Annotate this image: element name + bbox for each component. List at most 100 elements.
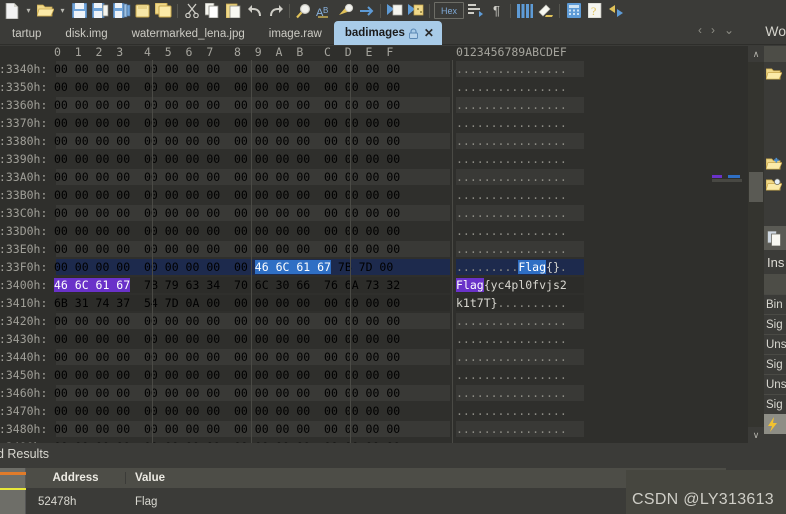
copy-button[interactable] — [764, 226, 786, 250]
hex-row[interactable]: 8:3430h: 00 00 00 00 00 00 00 00 00 00 00… — [0, 330, 748, 348]
hex-row[interactable]: 8:33F0h: 00 00 00 00 00 00 00 00 00 46 6C… — [0, 258, 748, 276]
hex-row[interactable]: 8:3400h: 46 6C 61 67 7B 79 63 34 70 6C 30… — [0, 276, 748, 294]
goto-icon[interactable] — [335, 0, 356, 21]
tab-badimages[interactable]: badimages ✕ — [333, 21, 442, 45]
hex-row[interactable]: 8:33D0h: 00 00 00 00 00 00 00 00 00 00 00… — [0, 222, 748, 240]
hex-row[interactable]: 8:3450h: 00 00 00 00 00 00 00 00 00 00 00… — [0, 366, 748, 384]
open-disk-image-icon[interactable] — [405, 0, 426, 21]
hex-bytes[interactable]: 00 00 00 00 00 00 00 00 00 00 00 00 00 0… — [54, 420, 400, 438]
hex-row[interactable]: 8:33B0h: 00 00 00 00 00 00 00 00 00 00 00… — [0, 186, 748, 204]
ascii-text[interactable]: ................ — [456, 402, 567, 420]
lightning-icon[interactable] — [764, 414, 786, 434]
tab-prev-button[interactable]: ‹ — [698, 23, 702, 37]
ascii-text[interactable]: ................ — [456, 132, 567, 150]
find-results-row[interactable]: 52478h Flag — [26, 490, 726, 514]
hex-bytes[interactable]: 00 00 00 00 00 00 00 00 00 00 00 00 00 0… — [54, 312, 400, 330]
hex-row[interactable]: 8:3360h: 00 00 00 00 00 00 00 00 00 00 00… — [0, 96, 748, 114]
redo-icon[interactable] — [265, 0, 286, 21]
new-folder-button[interactable] — [764, 154, 786, 174]
goto-arrow-icon[interactable] — [356, 0, 377, 21]
tab-list-button[interactable]: ⌄ — [724, 23, 734, 37]
bytes-per-row-icon[interactable] — [465, 0, 486, 21]
inspector-row-sig-2[interactable]: Sig — [764, 354, 786, 374]
scroll-down-button[interactable]: ∨ — [748, 427, 764, 443]
show-marks-icon[interactable]: ¶ — [486, 0, 507, 21]
open-disk-icon[interactable] — [384, 0, 405, 21]
inspector-row-uns-2[interactable]: Uns — [764, 374, 786, 394]
undo-icon[interactable] — [244, 0, 265, 21]
ascii-text[interactable]: ................ — [456, 186, 567, 204]
hex-bytes[interactable]: 00 00 00 00 00 00 00 00 00 00 00 00 00 0… — [54, 222, 400, 240]
ascii-text[interactable]: ................ — [456, 384, 567, 402]
inspector-row-sig-1[interactable]: Sig — [764, 314, 786, 334]
hex-row[interactable]: 8:3460h: 00 00 00 00 00 00 00 00 00 00 00… — [0, 384, 748, 402]
ascii-text[interactable]: ................ — [456, 240, 567, 258]
hex-bytes[interactable]: 00 00 00 00 00 00 00 00 00 00 00 00 00 0… — [54, 402, 400, 420]
hex-bytes[interactable]: 00 00 00 00 00 00 00 00 00 00 00 00 00 0… — [54, 384, 400, 402]
ascii-text[interactable]: ................ — [456, 78, 567, 96]
hex-bytes[interactable]: 00 00 00 00 00 00 00 00 00 00 00 00 00 0… — [54, 150, 400, 168]
hex-bytes[interactable]: 00 00 00 00 00 00 00 00 00 00 00 00 00 0… — [54, 366, 400, 384]
cut-icon[interactable] — [181, 0, 202, 21]
hex-bytes[interactable]: 00 00 00 00 00 00 00 00 00 00 00 00 00 0… — [54, 96, 400, 114]
ascii-text[interactable]: ................ — [456, 168, 567, 186]
hex-row[interactable]: 8:3380h: 00 00 00 00 00 00 00 00 00 00 00… — [0, 132, 748, 150]
tab-next-button[interactable]: › — [711, 23, 715, 37]
save-icon[interactable] — [69, 0, 90, 21]
hex-row[interactable]: 8:3340h: 00 00 00 00 00 00 00 00 00 00 00… — [0, 60, 748, 78]
hex-bytes[interactable]: 00 00 00 00 00 00 00 00 00 00 00 00 00 0… — [54, 132, 400, 150]
close-icon[interactable]: ✕ — [424, 26, 434, 40]
hex-row[interactable]: 8:33A0h: 00 00 00 00 00 00 00 00 00 00 00… — [0, 168, 748, 186]
copy-icon[interactable] — [202, 0, 223, 21]
open-disk-button[interactable] — [764, 174, 786, 196]
highlight-icon[interactable] — [535, 0, 556, 21]
columns-icon[interactable] — [514, 0, 535, 21]
hex-bytes[interactable]: 00 00 00 00 00 00 00 00 00 00 00 00 00 0… — [54, 168, 400, 186]
hex-bytes[interactable]: 00 00 00 00 00 00 00 00 00 00 00 00 00 0… — [54, 60, 400, 78]
hex-bytes[interactable]: 00 00 00 00 00 00 00 00 00 00 00 00 00 0… — [54, 204, 400, 222]
ascii-text[interactable]: ................ — [456, 312, 567, 330]
hex-bytes[interactable]: 00 00 00 00 00 00 00 00 00 00 00 00 00 0… — [54, 78, 400, 96]
copy-folder-icon[interactable] — [153, 0, 174, 21]
open-folder-button[interactable] — [764, 62, 786, 86]
scroll-up-button[interactable]: ∧ — [748, 46, 764, 62]
ascii-text[interactable]: ................ — [456, 366, 567, 384]
ascii-text[interactable]: ................ — [456, 330, 567, 348]
inspector-row-sig-3[interactable]: Sig — [764, 394, 786, 414]
hex-row[interactable]: 8:3420h: 00 00 00 00 00 00 00 00 00 00 00… — [0, 312, 748, 330]
save-as-icon[interactable] — [90, 0, 111, 21]
ascii-text[interactable]: ................ — [456, 420, 567, 438]
hex-bytes[interactable]: 6B 31 74 37 54 7D 0A 00 00 00 00 00 00 0… — [54, 294, 400, 312]
column-header-address[interactable]: Address — [26, 472, 126, 484]
new-file-icon[interactable] — [1, 0, 22, 21]
tab-startup[interactable]: tartup — [0, 23, 53, 45]
hex-bytes[interactable]: 00 00 00 00 00 00 00 00 00 00 00 00 00 0… — [54, 330, 400, 348]
save-all-icon[interactable] — [111, 0, 132, 21]
hex-mode-button[interactable]: Hex — [434, 2, 464, 19]
hex-row[interactable]: 8:33E0h: 00 00 00 00 00 00 00 00 00 00 00… — [0, 240, 748, 258]
hex-bytes[interactable]: 46 6C 61 67 7B 79 63 34 70 6C 30 66 76 6… — [54, 276, 400, 294]
hex-rows-container[interactable]: 8:3340h: 00 00 00 00 00 00 00 00 00 00 00… — [0, 60, 748, 443]
hex-row[interactable]: 8:3370h: 00 00 00 00 00 00 00 00 00 00 00… — [0, 114, 748, 132]
search-icon[interactable] — [293, 0, 314, 21]
data-overview-strip[interactable] — [706, 46, 748, 443]
hex-row[interactable]: 8:33C0h: 00 00 00 00 00 00 00 00 00 00 00… — [0, 204, 748, 222]
hex-row[interactable]: 8:3440h: 00 00 00 00 00 00 00 00 00 00 00… — [0, 348, 748, 366]
hex-vertical-scrollbar[interactable]: ∧ ∨ — [748, 46, 764, 443]
tab-disk-img[interactable]: disk.img — [53, 23, 119, 45]
ascii-text[interactable]: Flag{yc4pl0fvjs2 — [456, 276, 567, 294]
hex-bytes[interactable]: 00 00 00 00 00 00 00 00 00 00 00 00 00 0… — [54, 348, 400, 366]
new-file-dropdown-icon[interactable]: ▾ — [22, 0, 35, 21]
hex-row[interactable]: 8:3410h: 6B 31 74 37 54 7D 0A 00 00 00 00… — [0, 294, 748, 312]
ascii-text[interactable]: ................ — [456, 150, 567, 168]
open-file-dropdown-icon[interactable]: ▾ — [56, 0, 69, 21]
hex-row[interactable]: 8:3390h: 00 00 00 00 00 00 00 00 00 00 00… — [0, 150, 748, 168]
ascii-text[interactable]: k1t7T}.......... — [456, 294, 567, 312]
ascii-text[interactable]: ................ — [456, 96, 567, 114]
ascii-text[interactable]: ................ — [456, 204, 567, 222]
ascii-text[interactable]: ................ — [456, 222, 567, 240]
hex-row[interactable]: 8:3350h: 00 00 00 00 00 00 00 00 00 00 00… — [0, 78, 748, 96]
hex-bytes[interactable]: 00 00 00 00 00 00 00 00 00 00 00 00 00 0… — [54, 186, 400, 204]
paste-icon[interactable] — [223, 0, 244, 21]
hex-bytes[interactable]: 00 00 00 00 00 00 00 00 00 00 00 00 00 0… — [54, 114, 400, 132]
